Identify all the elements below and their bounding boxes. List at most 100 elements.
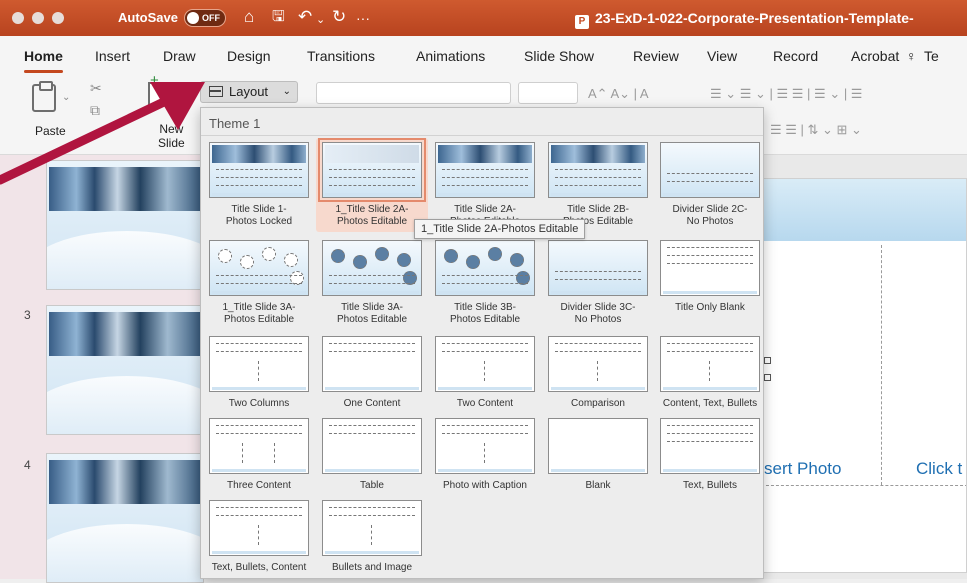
thumbnail-photo-circle (240, 255, 254, 269)
undo-icon[interactable]: ↶ (298, 7, 312, 27)
layout-option-label: Title Slide 3B- Photos Editable (449, 302, 521, 325)
layout-option-label: Content, Text, Bullets (662, 398, 758, 409)
thumbnail-column-divider (484, 443, 485, 463)
layout-option[interactable]: Text, Bullets, Content (203, 496, 315, 576)
layout-thumbnail (548, 142, 648, 198)
layout-option[interactable]: Two Columns (203, 332, 315, 412)
layout-option[interactable]: Title Slide 3A- Photos Editable (316, 236, 428, 330)
thumbnail-line (216, 275, 302, 276)
thumbnail-line (329, 433, 415, 434)
layout-option[interactable]: Content, Text, Bullets (654, 332, 766, 412)
tab-animations[interactable]: Animations (416, 48, 485, 64)
slide-swoosh (47, 231, 203, 289)
layout-option-label: Title Slide 1- Photos Locked (225, 204, 293, 227)
thumbnail-footer-band (663, 291, 757, 294)
layout-option[interactable]: Table (316, 414, 428, 494)
font-size-buttons-icon[interactable]: A⌃ A⌄ | A (588, 86, 649, 102)
tab-view[interactable]: View (707, 48, 737, 64)
thumbnail-photo-circle (353, 255, 367, 269)
thumbnail-footer-band (551, 469, 645, 472)
font-size-select[interactable] (518, 82, 578, 104)
thumbnail-line (555, 177, 641, 178)
save-icon[interactable]: 🖫 (272, 7, 285, 27)
minimize-window-button[interactable] (32, 12, 44, 24)
thumbnail-photo-circle (331, 249, 345, 263)
font-family-select[interactable] (316, 82, 511, 104)
layout-option[interactable]: Title Slide 2A- Photos Editable (429, 138, 541, 232)
thumbnail-line (667, 173, 753, 174)
document-title: P 23-ExD-1-022-Corporate-Presentation-Tem… (575, 10, 914, 29)
thumbnail-line (216, 425, 302, 426)
thumbnail-line (555, 351, 641, 352)
thumbnail-photo-circle (488, 247, 502, 261)
layout-thumbnail (322, 336, 422, 392)
layout-thumbnail (209, 418, 309, 474)
tab-record[interactable]: Record (773, 48, 818, 64)
slide-photos (49, 460, 201, 504)
click-to-add-text[interactable]: Click t (916, 459, 962, 479)
layout-option-label: Photo with Caption (443, 480, 527, 491)
slide-number: 4 (24, 458, 31, 472)
layout-option-label: One Content (343, 398, 401, 409)
tell-me-lightbulb-icon[interactable]: ♀ (906, 48, 917, 64)
thumbnail-line (555, 279, 641, 280)
layout-option[interactable]: Title Slide 2B- Photos Editable (542, 138, 654, 232)
layout-thumbnail (660, 336, 760, 392)
thumbnail-photo-circle (510, 253, 524, 267)
thumbnail-photo-circle (466, 255, 480, 269)
layout-option[interactable]: Title Only Blank (654, 236, 766, 330)
layout-option[interactable]: 1_Title Slide 3A- Photos Editable (203, 236, 315, 330)
layout-thumbnail (435, 142, 535, 198)
thumbnail-line (329, 283, 415, 284)
layout-option[interactable]: One Content (316, 332, 428, 412)
toggle-knob (187, 12, 199, 24)
layout-thumbnail (322, 418, 422, 474)
thumbnail-line (442, 169, 528, 170)
layout-option[interactable]: Divider Slide 3C- No Photos (542, 236, 654, 330)
thumbnail-photo-circle (262, 247, 276, 261)
thumbnail-line (667, 433, 753, 434)
home-icon[interactable]: ⌂ (244, 7, 254, 27)
layout-option-label: Divider Slide 2C- No Photos (672, 204, 748, 227)
tab-acrobat[interactable]: Acrobat (851, 48, 899, 64)
slide-thumbnail-4[interactable] (46, 453, 204, 583)
layout-option-label: Comparison (571, 398, 625, 409)
align-icon[interactable]: ☰ ☰ | ⇅ ⌄ ⊞ ⌄ (770, 122, 862, 138)
tab-slide-show[interactable]: Slide Show (524, 48, 594, 64)
layout-option[interactable]: 1_Title Slide 2A- Photos Editable (316, 138, 428, 232)
layout-option[interactable]: Two Content (429, 332, 541, 412)
thumbnail-column-divider (597, 361, 598, 381)
layout-option[interactable]: Bullets and Image (316, 496, 428, 576)
undo-dropdown-chevron-icon[interactable]: ⌄ (316, 10, 325, 30)
thumbnail-footer-band (663, 469, 757, 472)
thumbnail-photo-circle (284, 253, 298, 267)
slide-thumbnail-3[interactable] (46, 305, 204, 435)
thumbnail-line (442, 283, 528, 284)
tab-te[interactable]: Te (924, 48, 939, 64)
layout-option[interactable]: Text, Bullets (654, 414, 766, 494)
more-commands-button[interactable]: ··· (356, 8, 370, 28)
current-slide[interactable] (760, 178, 967, 573)
close-window-button[interactable] (12, 12, 24, 24)
layout-option[interactable]: Comparison (542, 332, 654, 412)
thumbnail-line (667, 343, 753, 344)
thumbnail-line (555, 343, 641, 344)
layout-option[interactable]: Divider Slide 2C- No Photos (654, 138, 766, 232)
thumbnail-line (442, 433, 528, 434)
autosave-toggle[interactable]: OFF (184, 9, 226, 27)
tab-transitions[interactable]: Transitions (307, 48, 375, 64)
layout-option[interactable]: Title Slide 3B- Photos Editable (429, 236, 541, 330)
divider (201, 135, 763, 136)
layout-thumbnail (318, 138, 426, 202)
tab-review[interactable]: Review (633, 48, 679, 64)
thumbnail-column-divider (709, 361, 710, 381)
layout-thumbnail (548, 336, 648, 392)
layout-option[interactable]: Three Content (203, 414, 315, 494)
redo-icon[interactable]: ↻ (332, 7, 346, 27)
layout-option[interactable]: Photo with Caption (429, 414, 541, 494)
layout-option[interactable]: Blank (542, 414, 654, 494)
zoom-window-button[interactable] (52, 12, 64, 24)
list-bullets-icon[interactable]: ☰ ⌄ ☰ ⌄ | ☰ ☰ | ☰ ⌄ | ☰ (710, 86, 862, 102)
thumbnail-line (667, 441, 753, 442)
insert-photo-placeholder-text[interactable]: sert Photo (764, 459, 842, 479)
